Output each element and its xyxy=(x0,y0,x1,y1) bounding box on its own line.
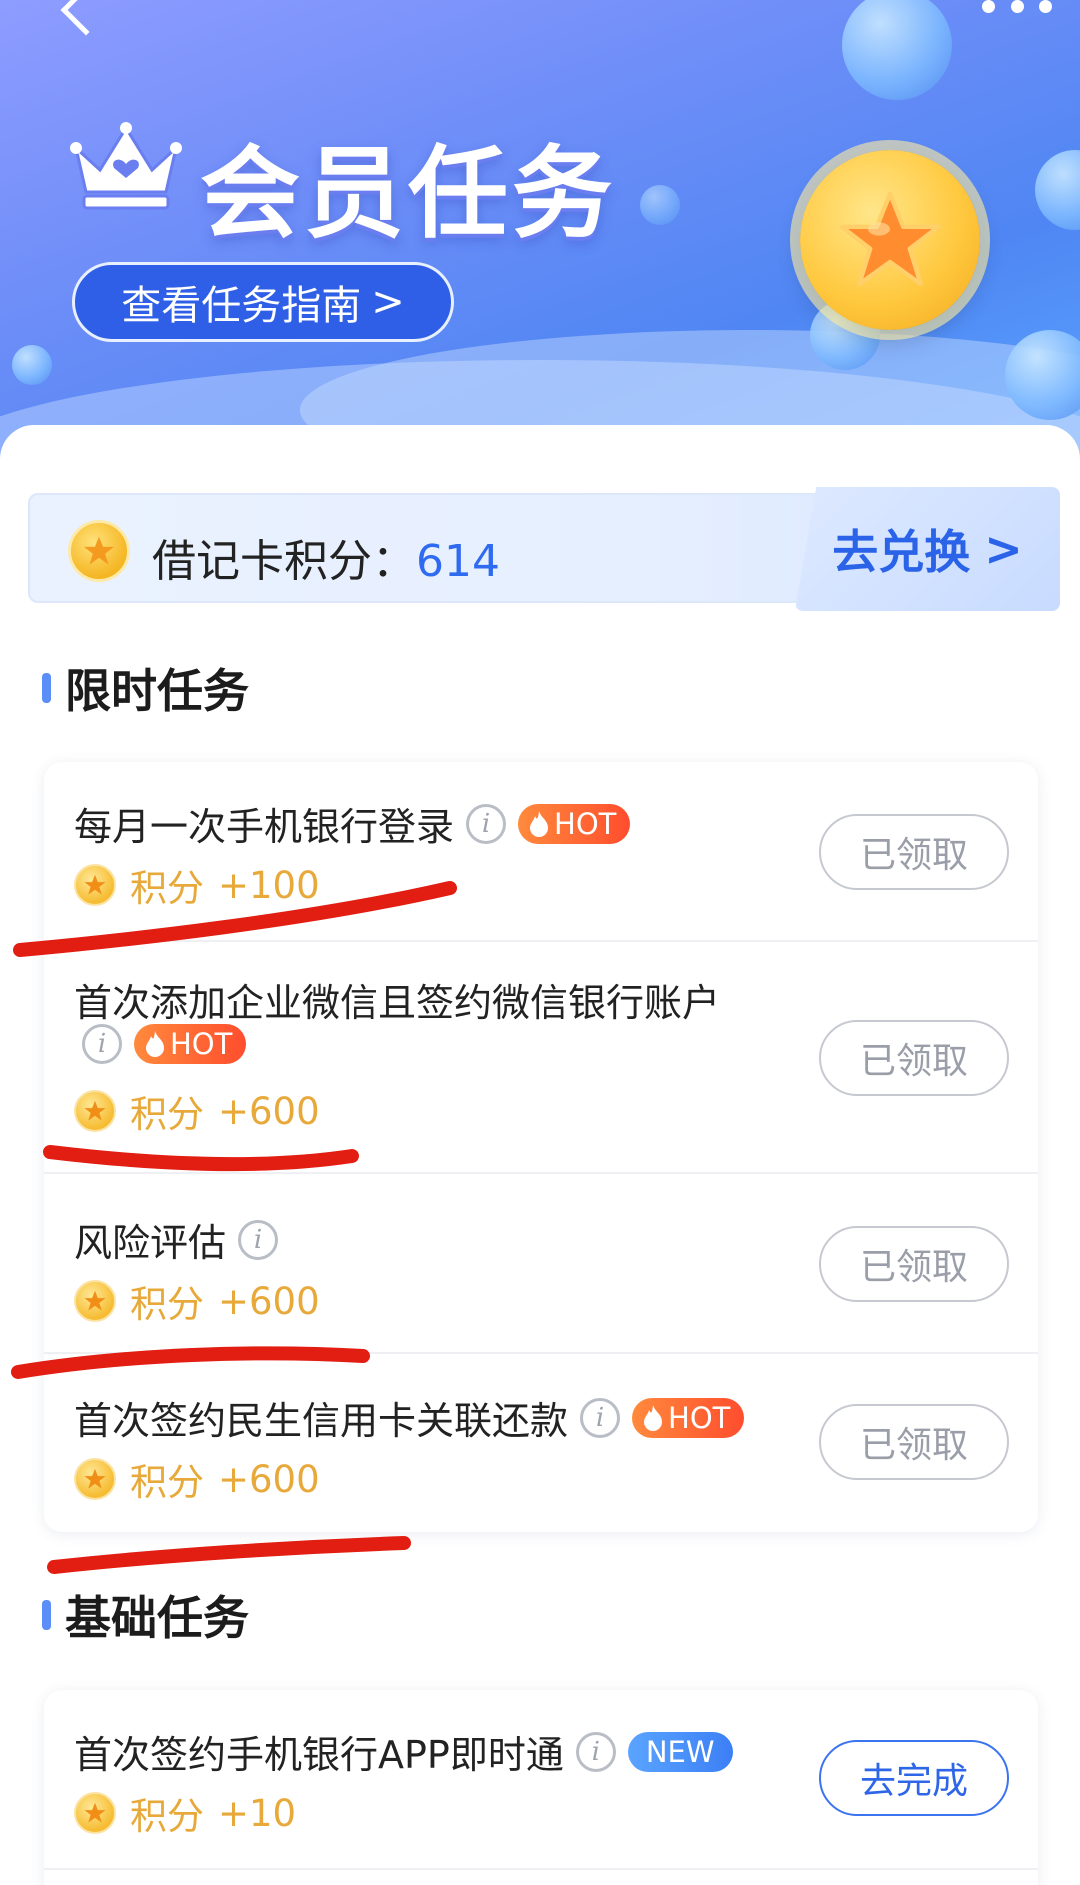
star-coin-icon xyxy=(74,864,116,906)
section-basic-label: 基础任务 xyxy=(65,1591,249,1645)
info-icon[interactable]: i xyxy=(575,1731,616,1772)
claimed-button[interactable]: 已领取 xyxy=(819,1404,1009,1480)
crown-icon xyxy=(70,122,182,210)
star-coin-icon xyxy=(74,1458,116,1500)
points-value: 614 xyxy=(416,536,500,587)
decor-bubble xyxy=(640,185,680,225)
reward-value: +100 xyxy=(218,863,320,907)
task-title: 每月一次手机银行登录 xyxy=(74,805,455,849)
reward-label: 积分 xyxy=(130,1461,204,1504)
task-guide-button[interactable]: 查看任务指南 > xyxy=(72,262,454,342)
task-guide-label: 查看任务指南 xyxy=(121,283,362,329)
info-icon[interactable]: i xyxy=(580,1397,621,1438)
task-row: 首次签约民生信用卡关联还款 i HOT 积分 +600 已领取 xyxy=(44,1354,1038,1532)
section-limited: 限时任务 xyxy=(42,655,249,721)
task-reward: 积分 +600 xyxy=(74,1084,320,1138)
reward-value: +10 xyxy=(218,1791,297,1835)
new-badge: NEW xyxy=(627,1731,733,1772)
flame-icon xyxy=(644,1404,663,1431)
star-coin-icon xyxy=(74,1280,116,1322)
task-reward: 积分 +10 xyxy=(74,1786,296,1840)
basic-task-card: 首次签约手机银行APP即时通 i NEW 积分 +10 去完成 xyxy=(44,1690,1038,1885)
points-bar: 借记卡积分：614 去兑换 > xyxy=(28,487,1060,611)
complete-task-button[interactable]: 去完成 xyxy=(819,1740,1009,1816)
section-marker xyxy=(42,673,51,703)
hot-badge: HOT xyxy=(518,803,631,844)
chevron-right-icon: > xyxy=(371,279,405,325)
task-title-row: 首次签约手机银行APP即时通 i NEW xyxy=(74,1724,733,1779)
task-title-row: 每月一次手机银行登录 i HOT xyxy=(74,796,631,851)
reward-label: 积分 xyxy=(130,1093,204,1136)
limited-task-card: 每月一次手机银行登录 i HOT 积分 +100 已领取 首次添加企业微信且签约… xyxy=(44,762,1038,1532)
claimed-button[interactable]: 已领取 xyxy=(819,1226,1009,1302)
star-coin-icon xyxy=(74,1792,116,1834)
points-label: 借记卡积分：614 xyxy=(152,525,500,589)
task-title: 首次签约民生信用卡关联还款 xyxy=(74,1399,569,1443)
exchange-button[interactable]: 去兑换 > xyxy=(795,487,1060,611)
more-dots-icon[interactable] xyxy=(982,0,1052,14)
task-title-row: 首次添加企业微信且签约微信银行账户 xyxy=(74,972,720,1027)
decor-bubble xyxy=(1035,150,1080,230)
star-coin-icon xyxy=(68,520,130,582)
task-title-row: 首次签约民生信用卡关联还款 i HOT xyxy=(74,1390,745,1445)
task-reward: 积分 +600 xyxy=(74,1452,320,1506)
task-title: 风险评估 xyxy=(74,1221,227,1265)
claimed-button[interactable]: 已领取 xyxy=(819,814,1009,890)
task-title: 首次添加企业微信且签约微信银行账户 xyxy=(74,981,721,1025)
hot-badge: HOT xyxy=(134,1024,247,1064)
flame-icon xyxy=(530,810,549,837)
points-label-text: 借记卡积分： xyxy=(152,536,416,587)
task-row: 首次添加企业微信且签约微信银行账户 i HOT 积分 +600 已领取 xyxy=(44,942,1038,1174)
decor-bubble xyxy=(12,345,52,385)
reward-value: +600 xyxy=(218,1089,320,1133)
section-marker xyxy=(42,1600,51,1630)
task-row: 每月一次手机银行登录 i HOT 积分 +100 已领取 xyxy=(44,762,1038,942)
star-coin-icon xyxy=(800,150,980,330)
chevron-left-icon[interactable] xyxy=(60,0,112,36)
hot-badge-text: HOT xyxy=(554,806,617,841)
hot-badge-text: HOT xyxy=(170,1027,233,1061)
info-icon[interactable]: i xyxy=(466,803,507,844)
exchange-label: 去兑换 xyxy=(832,525,971,579)
hot-badge: HOT xyxy=(632,1397,745,1438)
page-title: 会员任务 xyxy=(200,135,616,252)
claimed-button[interactable]: 已领取 xyxy=(819,1020,1009,1096)
reward-value: +600 xyxy=(218,1457,320,1501)
task-row: 风险评估 i 积分 +600 已领取 xyxy=(44,1174,1038,1354)
section-limited-label: 限时任务 xyxy=(65,664,249,718)
reward-label: 积分 xyxy=(130,867,204,910)
reward-label: 积分 xyxy=(130,1283,204,1326)
hero-banner: 会员任务 查看任务指南 > xyxy=(0,0,1080,470)
task-reward: 积分 +100 xyxy=(74,858,320,912)
decor-bubble xyxy=(842,0,952,100)
task-title-row: 风险评估 i xyxy=(74,1212,279,1267)
task-row: 首次签约手机银行APP即时通 i NEW 积分 +10 去完成 xyxy=(44,1690,1038,1870)
reward-label: 积分 xyxy=(130,1795,204,1838)
task-reward: 积分 +600 xyxy=(74,1274,320,1328)
task-title: 首次签约手机银行APP即时通 xyxy=(74,1733,564,1777)
section-basic: 基础任务 xyxy=(42,1582,249,1648)
info-icon[interactable]: i xyxy=(238,1219,279,1260)
hot-badge-text: HOT xyxy=(668,1400,731,1435)
chevron-right-icon: > xyxy=(984,522,1023,576)
flame-icon xyxy=(146,1031,164,1057)
reward-value: +600 xyxy=(218,1279,320,1323)
info-icon[interactable]: i xyxy=(82,1024,122,1064)
star-coin-icon xyxy=(74,1090,116,1132)
task-title-row-2: i HOT xyxy=(82,1024,247,1064)
